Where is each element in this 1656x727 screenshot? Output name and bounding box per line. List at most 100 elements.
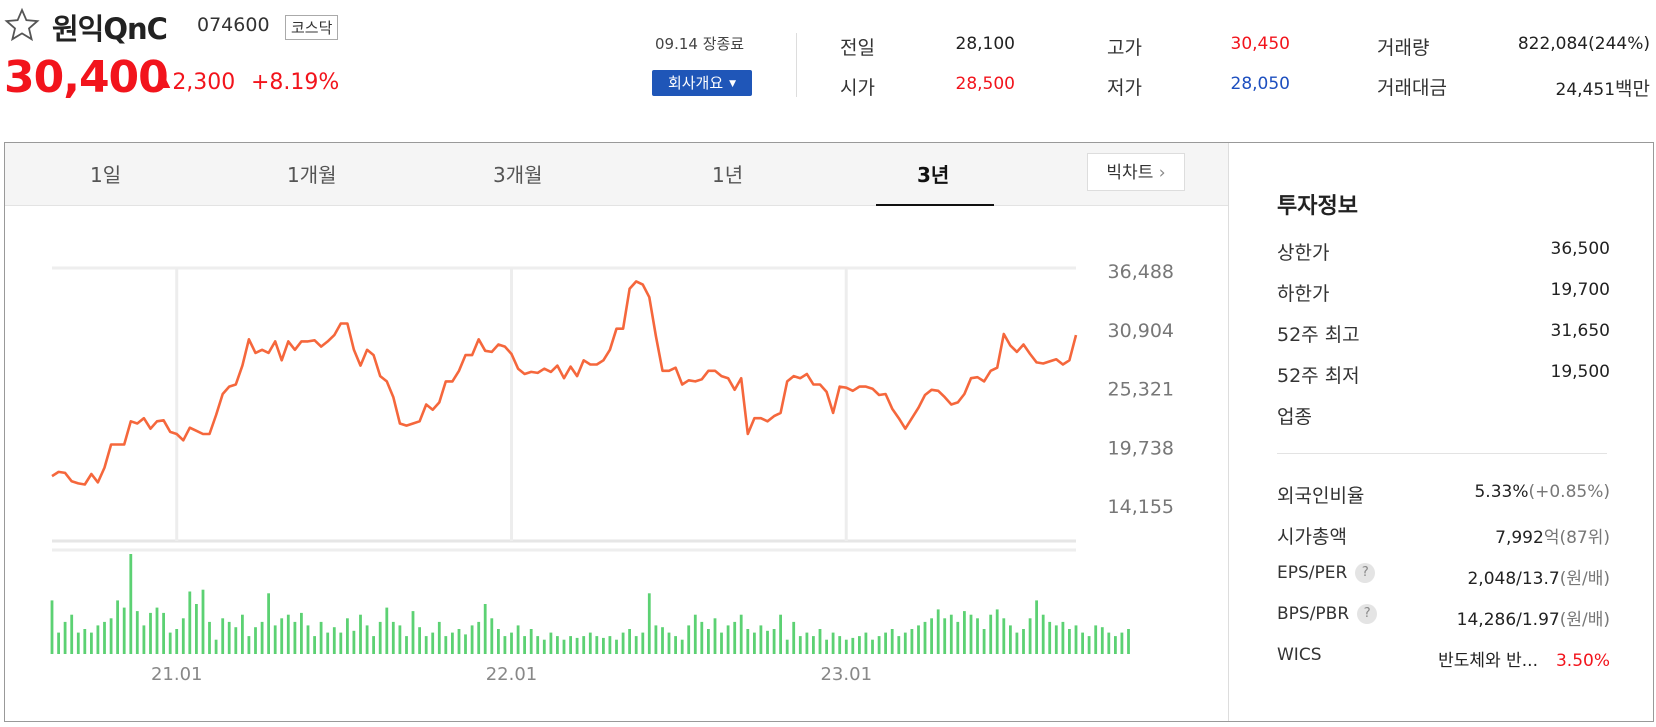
volume-bar bbox=[903, 632, 907, 654]
volume-bar bbox=[1120, 632, 1124, 654]
volume-bar bbox=[444, 636, 448, 654]
volume-bar bbox=[286, 614, 290, 654]
volume-bar bbox=[175, 629, 179, 654]
volume-bar bbox=[851, 637, 855, 654]
y-axis-labels: 36,488 30,904 25,321 19,738 14,155 bbox=[1108, 261, 1174, 518]
volume-bar bbox=[693, 614, 697, 654]
chart-grid bbox=[52, 266, 1076, 552]
invest-value-wics[interactable]: 반도체와 반... 3.50% bbox=[1380, 646, 1610, 671]
invest-label-text-market-cap: 시가총액 bbox=[1277, 526, 1347, 548]
volume-bar bbox=[733, 621, 737, 654]
volume-bar bbox=[109, 618, 113, 654]
x-tick-label: 23.01 bbox=[820, 664, 872, 685]
volume-bar bbox=[1081, 632, 1084, 654]
volume-bar bbox=[720, 632, 723, 654]
volume-bar bbox=[536, 636, 540, 654]
volume-bar bbox=[595, 636, 599, 654]
invest-label-sector: 업종 bbox=[1277, 406, 1312, 428]
volume-bar bbox=[910, 629, 914, 654]
volume-bar bbox=[542, 639, 546, 654]
volume-bar bbox=[411, 611, 415, 654]
invest-unit-eps-per: (원/배) bbox=[1559, 569, 1610, 589]
price-line bbox=[51, 280, 1078, 486]
volume-bar bbox=[654, 625, 658, 654]
volume-bar bbox=[90, 632, 93, 654]
volume-bar bbox=[352, 630, 356, 654]
volume-bar bbox=[142, 625, 146, 654]
volume-bar bbox=[50, 600, 54, 654]
volume-bar bbox=[884, 632, 887, 654]
volume-bar bbox=[83, 629, 87, 654]
volume-bar bbox=[1100, 627, 1104, 654]
volume-bar bbox=[96, 625, 100, 654]
invest-value-52w-low: 19,500 bbox=[1550, 362, 1610, 382]
volume-bar bbox=[76, 632, 80, 654]
volume-bar bbox=[844, 639, 848, 654]
volume-bar bbox=[195, 604, 198, 654]
volume-bar bbox=[332, 627, 336, 654]
volume-bar bbox=[674, 636, 677, 654]
volume-bar bbox=[529, 629, 533, 654]
volume-bar bbox=[234, 627, 238, 654]
invest-label-text-eps-per: EPS/PER bbox=[1277, 563, 1348, 583]
x-tick-label: 21.01 bbox=[151, 664, 203, 685]
volume-bar bbox=[1002, 618, 1006, 654]
volume-bar bbox=[877, 636, 881, 654]
volume-bar bbox=[818, 629, 822, 654]
volume-bar bbox=[470, 625, 474, 654]
invest-unit-foreign-ratio: (+0.85%) bbox=[1528, 482, 1610, 502]
help-icon[interactable]: ? bbox=[1357, 604, 1378, 624]
invest-value-eps-per: 2,048/13.7(원/배) bbox=[1380, 564, 1610, 589]
y-tick-label: 14,155 bbox=[1108, 496, 1174, 518]
help-icon[interactable]: ? bbox=[1355, 563, 1376, 583]
invest-label-eps-per: EPS/PER? bbox=[1277, 563, 1376, 583]
volume-bar bbox=[378, 621, 382, 654]
volume-bar bbox=[569, 636, 572, 654]
volume-bar bbox=[451, 632, 454, 654]
volume-bar bbox=[122, 607, 126, 654]
volume-bar bbox=[319, 621, 323, 654]
summary-label-trade-value: 거래대금 bbox=[1377, 77, 1447, 99]
volume-bar bbox=[549, 632, 553, 654]
volume-bar bbox=[523, 636, 526, 654]
volume-bar bbox=[1068, 629, 1071, 654]
volume-bar bbox=[168, 632, 172, 654]
volume-bar bbox=[1107, 632, 1111, 654]
volume-bar bbox=[280, 618, 284, 654]
volume-bar bbox=[930, 618, 933, 654]
volume-bar bbox=[785, 639, 789, 654]
volume-bar bbox=[398, 625, 402, 654]
volume-bar bbox=[759, 625, 763, 654]
price-chart: 36,488 30,904 25,321 19,738 14,155 21.01 22.0… bbox=[50, 261, 1174, 685]
volume-bar bbox=[588, 632, 592, 654]
volume-bar bbox=[753, 632, 756, 654]
invest-value-text-eps-per: 2,048/13.7 bbox=[1467, 569, 1560, 589]
volume-bar bbox=[181, 618, 185, 654]
invest-value-text-foreign-ratio: 5.33% bbox=[1474, 482, 1529, 502]
invest-value-lower-limit: 19,700 bbox=[1550, 280, 1610, 300]
volume-bar bbox=[995, 609, 999, 654]
invest-label-upper-limit: 상한가 bbox=[1277, 242, 1330, 264]
volume-bar bbox=[437, 621, 441, 654]
volume-bar bbox=[831, 632, 835, 654]
volume-bar bbox=[923, 621, 927, 654]
volume-bar bbox=[227, 621, 231, 654]
volume-bar bbox=[713, 618, 717, 654]
volume-bar bbox=[726, 625, 730, 654]
volume-bar bbox=[260, 621, 264, 654]
volume-bar bbox=[667, 632, 671, 654]
volume-bar bbox=[608, 636, 612, 654]
volume-bar bbox=[1022, 629, 1025, 654]
volume-bar bbox=[680, 639, 684, 654]
y-tick-label: 19,738 bbox=[1108, 437, 1174, 459]
wics-change-percent: 3.50% bbox=[1555, 651, 1610, 671]
summary-value-trade-value: 24,451백만 bbox=[1440, 74, 1650, 101]
volume-bar bbox=[208, 621, 211, 654]
volume-bar bbox=[982, 629, 986, 654]
x-axis-labels: 21.01 22.01 23.01 bbox=[151, 664, 872, 685]
invest-unit-bps-pbr: (원/배) bbox=[1559, 610, 1610, 630]
trade-value-unit: 백만 bbox=[1615, 78, 1650, 100]
invest-label-lower-limit: 하한가 bbox=[1277, 283, 1330, 305]
volume-bar bbox=[313, 636, 316, 654]
volume-bar bbox=[1041, 614, 1045, 654]
